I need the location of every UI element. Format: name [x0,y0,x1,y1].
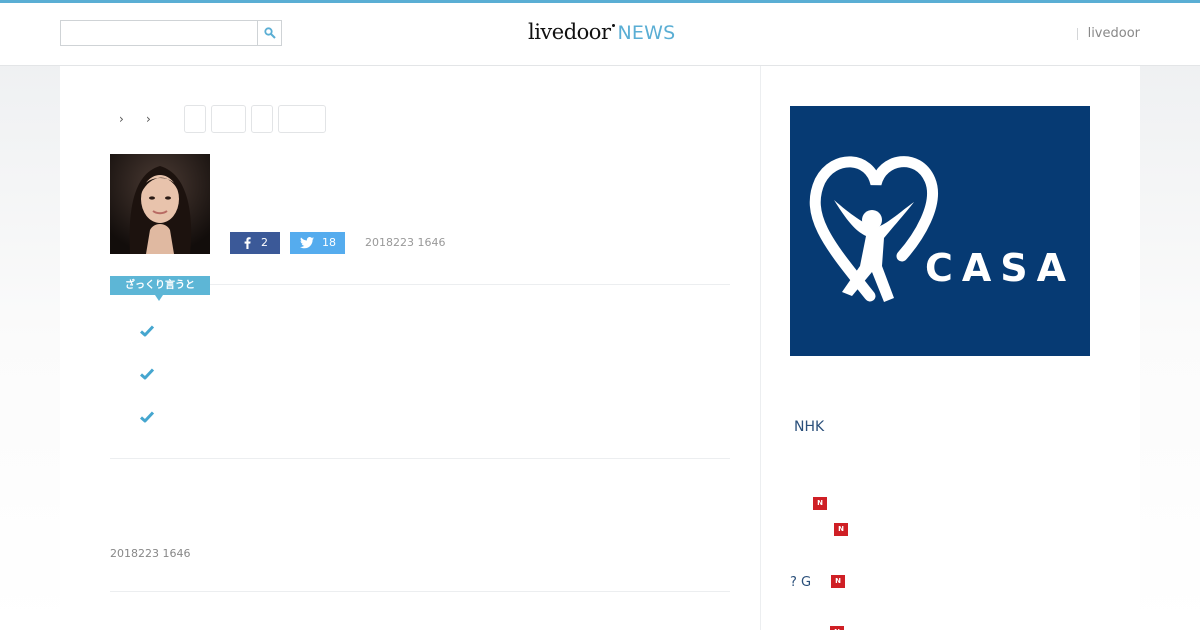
sidebar-headline[interactable]: NHK [794,419,824,435]
bottom-date: 2018223 1646 [110,547,191,560]
logo-dot [611,24,615,27]
check-icon [140,411,155,423]
portrait-image [110,154,210,254]
sidebar-item-text[interactable]: ? G [790,575,811,590]
divider [110,458,730,459]
summary-label-arrow [155,295,163,301]
chevron-right-icon: › [146,112,151,126]
tag-pill[interactable] [211,105,246,133]
summary-label: ざっくり言うと [110,276,210,295]
twitter-share-button[interactable]: 18 [290,232,345,254]
search-input[interactable] [61,21,257,45]
article-thumbnail[interactable] [110,154,210,254]
site-header: livedoor NEWS livedoor [0,3,1200,66]
header-separator [1077,28,1078,40]
chevron-right-icon: › [119,112,124,126]
search-box [60,20,282,46]
logo-news: NEWS [617,22,676,44]
new-badge: N [813,497,827,510]
new-badge: N [831,575,845,588]
main-column [60,66,760,630]
search-icon [264,27,276,39]
tag-pill[interactable] [251,105,273,133]
tag-pill[interactable] [184,105,206,133]
new-badge: N [830,626,844,630]
twitter-share-count: 18 [322,236,336,249]
check-icon [140,325,155,337]
facebook-share-count: 2 [261,236,268,249]
post-date: 2018223 1646 [365,236,446,249]
casa-logo-icon [809,156,938,302]
search-button[interactable] [257,21,281,45]
livedoor-link[interactable]: livedoor [1088,26,1140,41]
new-badge: N [834,523,848,536]
divider [110,591,730,592]
site-logo[interactable]: livedoor NEWS [528,20,675,50]
facebook-icon [244,237,251,249]
ad-brand-text: CASA [925,246,1076,290]
tag-pill[interactable] [278,105,326,133]
ad-registered-mark: ® [897,249,907,260]
logo-livedoor: livedoor [528,20,611,44]
check-icon [140,368,155,380]
ad-banner[interactable] [790,106,1090,356]
twitter-icon [300,237,314,249]
facebook-share-button[interactable]: 2 [230,232,280,254]
